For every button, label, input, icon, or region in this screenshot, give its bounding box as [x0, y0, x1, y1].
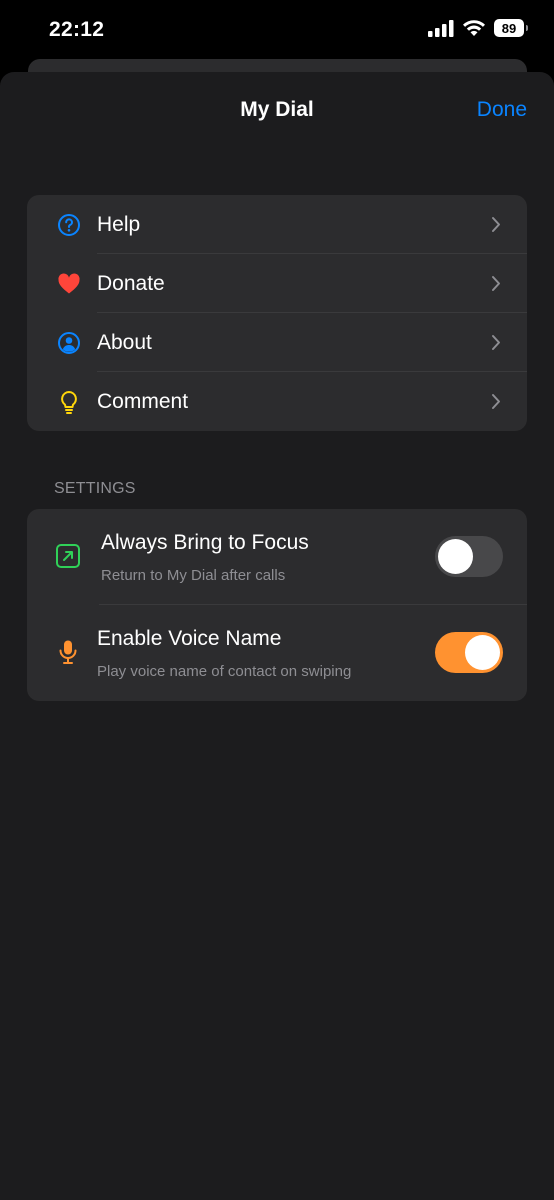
menu-item-about[interactable]: About: [27, 313, 527, 372]
microphone-icon: [59, 640, 77, 664]
heart-icon: [58, 273, 80, 294]
chevron-right-icon: [492, 335, 500, 350]
menu-group: Help Donate About Comment: [27, 195, 527, 431]
chevron-right-icon: [492, 217, 500, 232]
page-title: My Dial: [240, 98, 314, 121]
settings-group: Always Bring to Focus Return to My Dial …: [27, 509, 527, 701]
setting-always-bring-to-focus: Always Bring to Focus Return to My Dial …: [27, 509, 527, 605]
menu-item-label: About: [97, 331, 152, 354]
setting-title: Enable Voice Name: [97, 627, 282, 650]
menu-item-label: Help: [97, 213, 141, 236]
setting-subtitle: Return to My Dial after calls: [101, 567, 286, 584]
battery-icon: 89: [494, 19, 528, 37]
chevron-right-icon: [492, 394, 500, 409]
enable-voice-name-toggle[interactable]: [435, 632, 503, 673]
status-bar: 22:12 89: [0, 0, 554, 60]
person-circle-icon: [58, 332, 80, 354]
settings-sheet: My Dial Done Help Donate About Comment S…: [0, 72, 554, 1200]
menu-item-help[interactable]: Help: [27, 195, 527, 254]
status-icons: 89: [428, 19, 528, 37]
toggle-knob: [465, 635, 500, 670]
chevron-right-icon: [492, 276, 500, 291]
status-time: 22:12: [49, 18, 105, 41]
done-button[interactable]: Done: [477, 98, 527, 122]
section-header-settings: SETTINGS: [54, 480, 136, 497]
battery-level: 89: [501, 20, 517, 36]
wifi-icon: [463, 20, 485, 36]
question-circle-icon: [58, 214, 80, 236]
cellular-signal-icon: [428, 19, 454, 37]
setting-enable-voice-name: Enable Voice Name Play voice name of con…: [27, 605, 527, 701]
menu-item-label: Comment: [97, 390, 189, 413]
lightbulb-icon: [61, 391, 77, 414]
toggle-knob: [438, 539, 473, 574]
menu-item-label: Donate: [97, 272, 165, 295]
menu-item-donate[interactable]: Donate: [27, 254, 527, 313]
arrow-square-icon: [56, 544, 80, 568]
always-bring-to-focus-toggle[interactable]: [435, 536, 503, 577]
setting-title: Always Bring to Focus: [101, 531, 309, 554]
setting-subtitle: Play voice name of contact on swiping: [97, 663, 352, 680]
menu-item-comment[interactable]: Comment: [27, 372, 527, 431]
